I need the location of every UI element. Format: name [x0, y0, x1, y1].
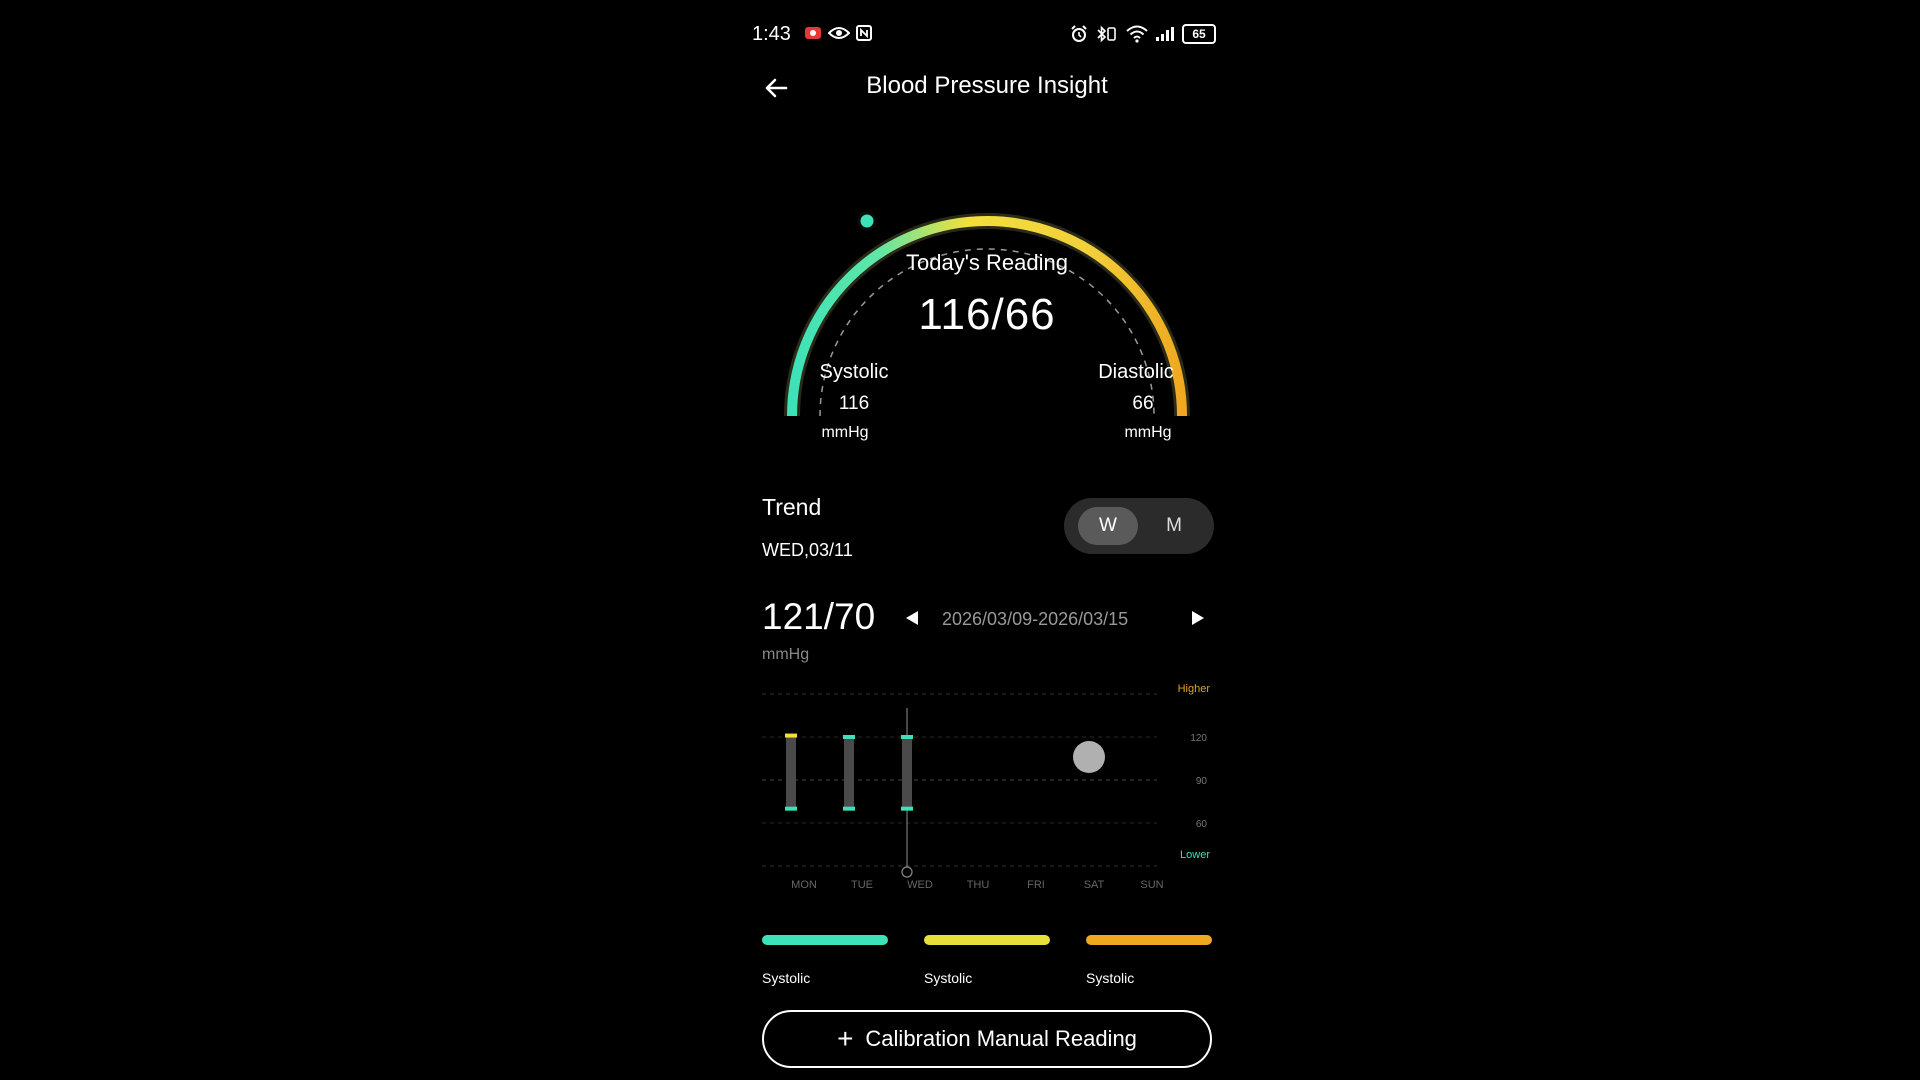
x-tick-label-wed: WED: [907, 879, 933, 890]
toggle-week-button[interactable]: W: [1078, 507, 1138, 545]
screen-record-icon: [805, 27, 821, 39]
trend-chart: 120 90 60 Higher Lower MON TUE WED THU FRI SAT SUN: [762, 683, 1211, 890]
wifi-icon: [1126, 25, 1148, 43]
toggle-month-button[interactable]: M: [1150, 507, 1198, 545]
systolic-unit: mmHg: [821, 424, 869, 441]
y-tick-label-120: 120: [1190, 733, 1207, 744]
systolic-cap-mon: [785, 733, 797, 738]
diastolic-value: 66: [1132, 393, 1154, 414]
status-time: 1:43: [752, 23, 791, 45]
legend-label-high: Systolic: [1086, 970, 1135, 986]
systolic-value: 116: [838, 393, 870, 414]
trend-title: Trend: [762, 494, 822, 520]
diastolic-title: Diastolic: [1098, 361, 1174, 383]
y-tick-label-60: 60: [1196, 819, 1208, 830]
week-average-value: 121/70: [762, 596, 876, 637]
systolic-cap-tue: [843, 735, 855, 739]
trend-date: WED,03/11: [762, 540, 853, 560]
x-tick-label-fri: FRI: [1027, 879, 1045, 890]
battery-icon: 65: [1182, 24, 1216, 44]
week-average-unit: mmHg: [762, 646, 810, 663]
gauge-marker: [857, 211, 877, 231]
todays-reading-label: Today's Reading: [906, 250, 1068, 275]
calibration-manual-reading-button[interactable]: + Calibration Manual Reading: [762, 1010, 1212, 1068]
status-right-icons: 65: [1070, 24, 1216, 44]
phone-screen: 1:43 65 Blood Pressure Insight Today's R…: [742, 0, 1232, 1080]
x-tick-label-tue: TUE: [851, 879, 873, 890]
todays-reading-value: 116/66: [918, 290, 1056, 339]
x-tick-label-sun: SUN: [1140, 879, 1163, 890]
legend-label-normal: Systolic: [762, 970, 811, 986]
zone-label-higher: Higher: [1178, 683, 1211, 695]
legend-bar-normal: [762, 935, 888, 945]
status-left-icons: [804, 25, 872, 41]
systolic-title: Systolic: [819, 361, 889, 383]
next-week-arrow-icon[interactable]: [1190, 610, 1206, 626]
x-tick-label-mon: MON: [791, 879, 817, 890]
x-tick-label-sat: SAT: [1084, 879, 1105, 890]
diastolic-cap-wed: [901, 806, 913, 811]
range-bar-wed: [902, 737, 912, 809]
nfc-icon: [856, 25, 872, 41]
diastolic-unit: mmHg: [1124, 424, 1172, 441]
legend-label-elevated: Systolic: [924, 970, 973, 986]
selected-day-cursor-dot: [901, 866, 913, 878]
date-range: 2026/03/09-2026/03/15: [942, 609, 1129, 629]
alarm-icon: [1071, 25, 1087, 42]
touch-indicator: [1073, 741, 1105, 773]
x-tick-label-thu: THU: [967, 879, 990, 890]
legend-bar-elevated: [924, 935, 1050, 945]
prev-week-arrow-icon[interactable]: [904, 610, 920, 626]
bluetooth-vibrate-icon: [1097, 25, 1116, 43]
y-tick-label-90: 90: [1196, 776, 1208, 787]
week-month-toggle: W M: [1064, 498, 1214, 554]
legend-bar-high: [1086, 935, 1212, 945]
range-bar-mon: [786, 735, 796, 809]
page-title: Blood Pressure Insight: [866, 72, 1108, 99]
eye-icon: [828, 27, 850, 39]
diastolic-cap-tue: [843, 806, 855, 811]
calibration-button-label: Calibration Manual Reading: [865, 1026, 1137, 1051]
zone-label-lower: Lower: [1180, 849, 1210, 861]
plus-icon: +: [837, 1023, 854, 1054]
systolic-cap-wed: [901, 735, 913, 739]
diastolic-cap-mon: [785, 806, 797, 811]
signal-icon: [1156, 27, 1174, 41]
range-bar-tue: [844, 737, 854, 809]
